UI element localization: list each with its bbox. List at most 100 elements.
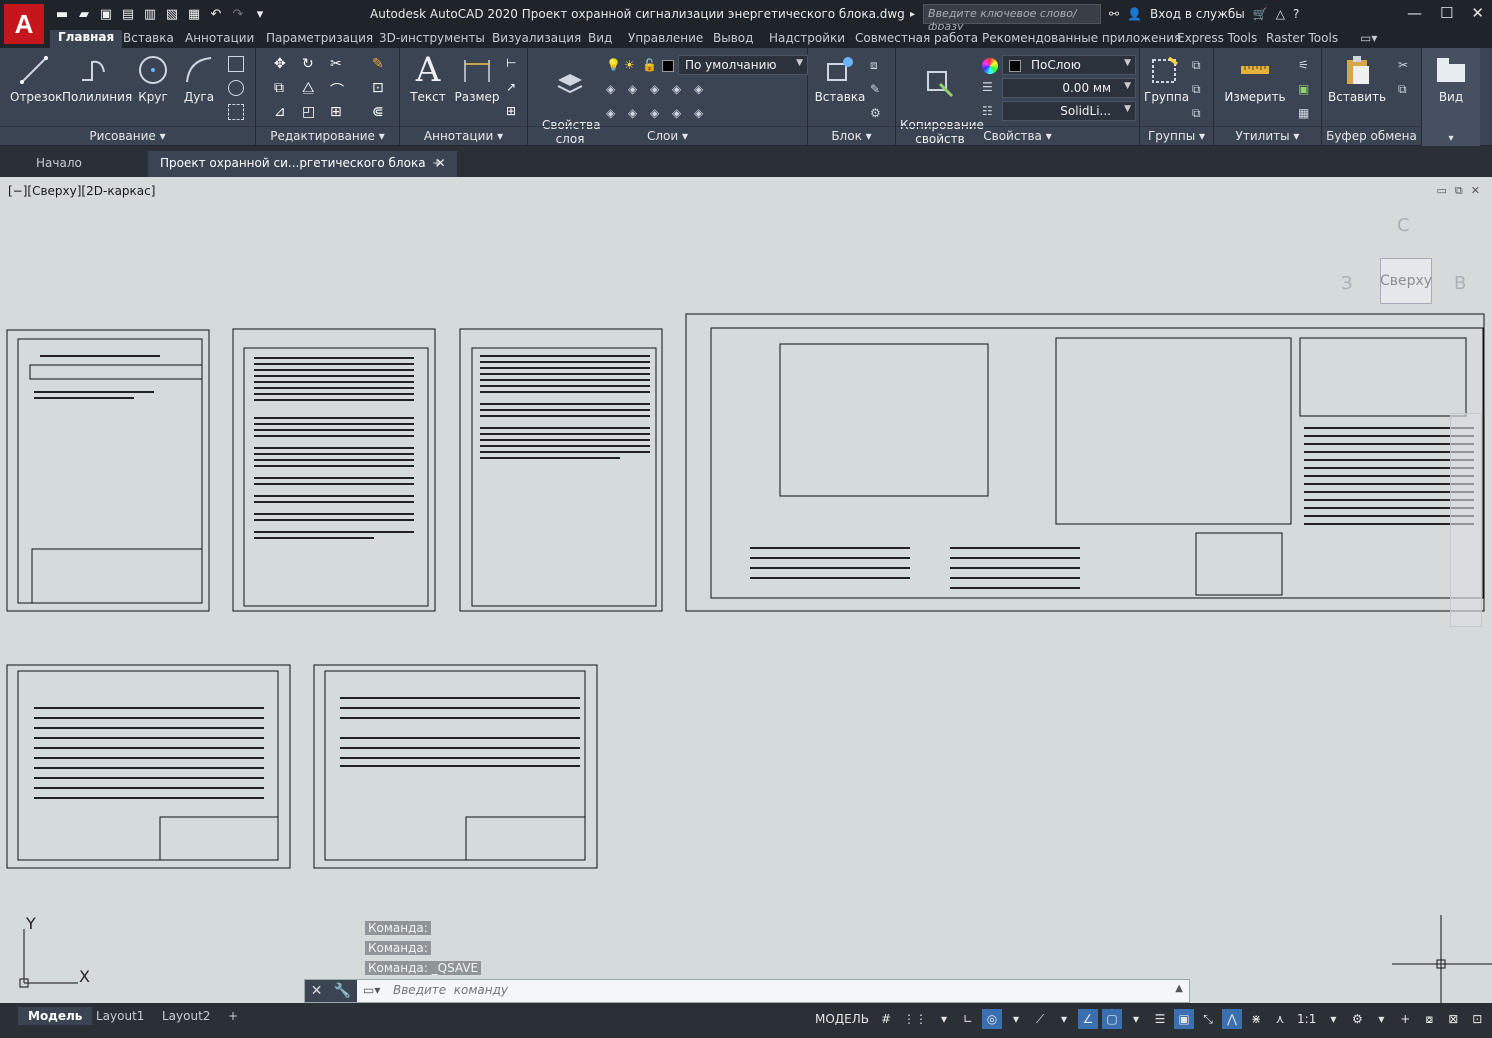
circle-tool[interactable]: Круг — [136, 54, 170, 104]
layer-freeze-icon[interactable]: ◈ — [650, 82, 666, 98]
tab-express-tools[interactable]: Express Tools — [1177, 31, 1257, 45]
model-space-button[interactable]: МОДЕЛЬ — [812, 1009, 872, 1029]
layer-iso-icon[interactable]: ◈ — [606, 82, 622, 98]
open-icon[interactable]: ▰ — [76, 6, 92, 22]
panel-groups-title[interactable]: Группы ▾ — [1140, 126, 1213, 144]
layer-off-icon[interactable]: ◈ — [628, 82, 644, 98]
maximize-button[interactable]: ☐ — [1440, 4, 1453, 22]
layer-thaw-icon[interactable]: ☀ — [624, 58, 640, 74]
hatch-icon[interactable] — [228, 80, 244, 96]
snap-icon[interactable]: ⋮⋮ — [900, 1009, 930, 1029]
scale-dropdown-icon[interactable]: ▾ — [1323, 1009, 1343, 1029]
layout-tab-layout1[interactable]: Layout1 — [86, 1007, 154, 1025]
undo-icon[interactable]: ↶ — [208, 6, 224, 22]
sign-in-link[interactable]: Вход в службы — [1150, 7, 1245, 21]
dimension-tool[interactable]: Размер — [454, 54, 500, 104]
annotation-scale-value[interactable]: 1:1 — [1294, 1009, 1319, 1029]
polar-tracking-icon[interactable]: ◎ — [982, 1009, 1003, 1029]
osnap-dropdown-icon[interactable]: ▾ — [1126, 1009, 1146, 1029]
tab-parametric[interactable]: Параметризация — [266, 31, 373, 45]
clean-screen-icon[interactable]: ⊡ — [1467, 1009, 1487, 1029]
command-prompt-icon[interactable]: ▭▾ — [363, 983, 380, 997]
annotation-monitor-icon[interactable]: + — [1395, 1009, 1415, 1029]
offset-icon[interactable]: ⋐ — [372, 104, 388, 120]
erase-icon[interactable]: ✎ — [372, 56, 388, 72]
line-tool[interactable]: Отрезок — [10, 54, 62, 104]
doc-tab-active[interactable]: Проект охранной си...ргетического блока … — [148, 151, 458, 177]
navigation-bar[interactable] — [1450, 413, 1482, 627]
leader-icon[interactable]: ↗ — [506, 80, 522, 96]
select-all-icon[interactable]: ▣ — [1298, 82, 1314, 98]
stretch-icon[interactable]: ⊿ — [274, 104, 290, 120]
layer-match-icon[interactable]: ◈ — [694, 82, 710, 98]
arc-tool[interactable]: Дуга — [182, 54, 216, 104]
boundary-icon[interactable] — [228, 104, 244, 120]
layer-walk-icon[interactable]: ◈ — [628, 106, 644, 122]
open-web-icon[interactable]: ▥ — [142, 6, 158, 22]
layer-merge-icon[interactable]: ◈ — [650, 106, 666, 122]
panel-properties-title[interactable]: Свойства ▾ — [896, 126, 1139, 144]
ungroup-icon[interactable]: ⧉ — [1192, 58, 1208, 74]
help-icon[interactable]: ? — [1293, 7, 1299, 21]
cart-icon[interactable]: 🛒 — [1253, 7, 1268, 21]
measure-tool[interactable]: Измерить — [1222, 54, 1288, 104]
layout-tab-model[interactable]: Модель — [18, 1007, 93, 1025]
panel-utilities-title[interactable]: Утилиты ▾ — [1214, 126, 1321, 144]
annotation-scale-icon[interactable]: ⋏ — [1270, 1009, 1290, 1029]
workspace-gear-icon[interactable]: ⚙ — [1347, 1009, 1367, 1029]
tab-featured-apps[interactable]: Рекомендованные приложения — [982, 31, 1181, 45]
rectangle-icon[interactable] — [228, 56, 244, 72]
tab-output[interactable]: Вывод — [713, 31, 753, 45]
command-customize-icon[interactable]: 🔧 — [334, 983, 351, 999]
save-web-icon[interactable]: ▧ — [164, 6, 180, 22]
selection-cycling-icon[interactable]: ⤡ — [1198, 1009, 1218, 1029]
ribbon-options-icon[interactable]: ▭▾ — [1360, 31, 1377, 45]
save-as-icon[interactable]: ▤ — [120, 6, 136, 22]
layer-lock-icon[interactable]: 🔓 — [642, 58, 658, 74]
lineweight-display-icon[interactable]: ☰ — [1150, 1009, 1170, 1029]
polar-dropdown-icon[interactable]: ▾ — [1006, 1009, 1026, 1029]
redo-icon[interactable]: ↷ — [230, 6, 246, 22]
array-icon[interactable]: ⊞ — [330, 104, 346, 120]
tab-view[interactable]: Вид — [588, 31, 612, 45]
user-icon[interactable]: 👤 — [1127, 7, 1142, 21]
tab-visualize[interactable]: Визуализация — [492, 31, 581, 45]
view-expand-icon[interactable]: ▾ — [1422, 133, 1480, 144]
layout-tab-layout2[interactable]: Layout2 — [152, 1007, 220, 1025]
command-input[interactable] — [393, 983, 1173, 997]
create-block-icon[interactable]: ⧈ — [870, 58, 886, 74]
linear-dim-icon[interactable]: ⊢ — [506, 56, 522, 72]
group-select-icon[interactable]: ⧉ — [1192, 106, 1208, 122]
customize-qat-icon[interactable]: ▾ — [252, 6, 268, 22]
tab-collaborate[interactable]: Совместная работа — [855, 31, 978, 45]
panel-modify-title[interactable]: Редактирование ▾ — [256, 126, 399, 144]
ortho-icon[interactable]: ∟ — [958, 1009, 978, 1029]
units-icon[interactable]: ⧇ — [1419, 1009, 1439, 1029]
minimize-button[interactable]: — — [1407, 4, 1422, 22]
panel-block-title[interactable]: Блок ▾ — [808, 126, 895, 144]
save-icon[interactable]: ▣ — [98, 6, 114, 22]
view-tool[interactable]: Вид — [1432, 54, 1470, 104]
doc-tab-add-button[interactable]: + — [420, 151, 454, 177]
iso-dropdown-icon[interactable]: ▾ — [1054, 1009, 1074, 1029]
drawing-area[interactable]: [−][Сверху][2D-каркас] ▭ ⧉ ✕ С З В Сверх… — [0, 177, 1492, 1003]
doc-tab-start[interactable]: Начало — [24, 151, 94, 177]
panel-clipboard-title[interactable]: Буфер обмена — [1322, 126, 1421, 144]
close-button[interactable]: ✕ — [1471, 4, 1484, 22]
edit-block-icon[interactable]: ✎ — [870, 82, 886, 98]
trim-icon[interactable]: ✂ — [330, 56, 346, 72]
isodraft-icon[interactable]: ⟋ — [1030, 1009, 1050, 1029]
object-snap-icon[interactable]: ▢ — [1102, 1009, 1123, 1029]
search-arrow-icon[interactable]: ▸ — [910, 9, 915, 20]
calculator-icon[interactable]: ▦ — [1298, 106, 1314, 122]
layer-current-icon[interactable]: ◈ — [606, 106, 622, 122]
tab-manage[interactable]: Управление — [628, 31, 703, 45]
insert-block-tool[interactable]: Вставка — [814, 54, 866, 104]
layer-delete-icon[interactable]: ◈ — [672, 106, 688, 122]
binoculars-icon[interactable]: ⚯ — [1109, 7, 1119, 21]
text-tool[interactable]: A Текст — [410, 53, 446, 104]
explode-icon[interactable]: ⊡ — [372, 80, 388, 96]
layer-lock2-icon[interactable]: ◈ — [672, 82, 688, 98]
scale-icon[interactable]: ◰ — [302, 104, 318, 120]
tab-annotate[interactable]: Аннотации — [185, 31, 254, 45]
